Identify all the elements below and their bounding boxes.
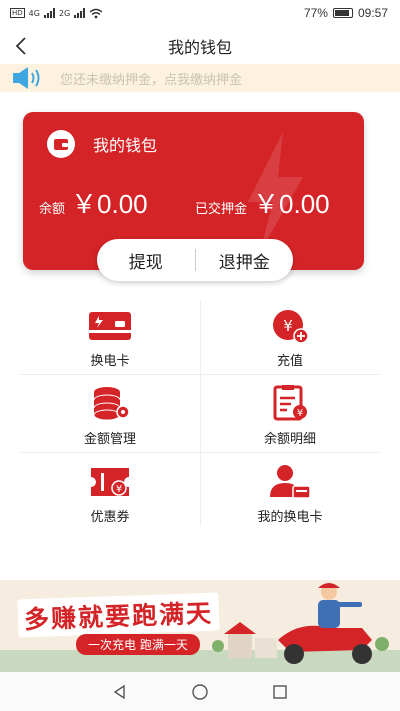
banner-slogan: 多赚就要跑满天	[17, 592, 220, 638]
wallet-header: 我的钱包	[47, 130, 157, 158]
deposit-value: ￥0.00	[253, 189, 330, 219]
system-nav-bar	[0, 672, 400, 711]
wallet-title: 我的钱包	[93, 136, 158, 155]
status-left: HD 4G 2G	[10, 8, 103, 19]
status-bar: HD 4G 2G 77% 09:57	[0, 0, 400, 26]
scooter-rider-illustration	[278, 583, 372, 664]
nav-bar: 我的钱包	[0, 26, 400, 66]
wallet-icon	[47, 130, 75, 158]
wallet-menu-grid: 换电卡 ¥ 充值 金额管理 ¥ 余额明细 ¥ 优惠券 我的换电卡	[20, 300, 380, 528]
user-card-icon	[270, 465, 311, 499]
balance-value: ￥0.00	[71, 189, 148, 219]
menu-item-my-battery-card[interactable]: 我的换电卡	[200, 456, 380, 532]
recharge-coin-icon: ¥	[273, 310, 309, 344]
refund-deposit-button[interactable]: 退押金	[196, 248, 294, 273]
chevron-left-icon	[15, 37, 26, 55]
svg-text:¥: ¥	[297, 408, 303, 419]
coin-stack-icon	[93, 387, 130, 421]
hd-badge: HD	[10, 8, 25, 18]
balance-label: 余额	[39, 202, 66, 217]
balance-row: 余额 ￥0.00	[39, 184, 148, 221]
coupon-icon: ¥	[91, 468, 129, 496]
battery-icon	[332, 8, 353, 18]
menu-item-coupon[interactable]: ¥ 优惠券	[20, 456, 200, 532]
withdraw-button[interactable]: 提现	[97, 248, 195, 273]
battery-card-icon	[89, 312, 131, 340]
menu-item-battery-card[interactable]: 换电卡	[20, 300, 200, 376]
menu-item-label: 优惠券	[90, 510, 130, 525]
signal-b-label: 2G	[58, 8, 71, 18]
menu-item-label: 换电卡	[90, 354, 130, 369]
deposit-row: 已交押金 ￥0.00	[195, 184, 330, 221]
menu-item-label: 金额管理	[83, 432, 136, 447]
square-recent-icon	[273, 684, 287, 699]
menu-item-recharge[interactable]: ¥ 充值	[200, 300, 380, 376]
menu-item-label: 充值	[276, 354, 303, 369]
clock: 09:57	[357, 6, 388, 20]
menu-item-balance-detail[interactable]: ¥ 余额明细	[200, 378, 380, 454]
balance-detail-icon: ¥	[273, 385, 307, 421]
deposit-notice-bar[interactable]: 您还未缴纳押金，点我缴纳押金	[0, 64, 400, 92]
wifi-icon	[89, 8, 103, 18]
system-home-button[interactable]	[190, 682, 210, 702]
signal-strength-icon	[43, 8, 55, 18]
triangle-back-icon	[113, 684, 125, 699]
svg-text:¥: ¥	[283, 317, 293, 335]
deposit-label: 已交押金	[195, 202, 248, 217]
menu-item-amount-management[interactable]: 金额管理	[20, 378, 200, 454]
system-back-button[interactable]	[110, 682, 130, 702]
menu-item-label: 我的换电卡	[257, 510, 323, 525]
battery-percent: 77%	[303, 6, 328, 20]
notice-text: 您还未缴纳押金，点我缴纳押金	[60, 72, 243, 88]
status-right: 77% 09:57	[304, 6, 388, 20]
signal-a-label: 4G	[28, 8, 40, 18]
system-recent-button[interactable]	[270, 682, 290, 702]
page-title: 我的钱包	[167, 38, 232, 57]
signal-strength-icon	[74, 8, 86, 18]
svg-text:¥: ¥	[116, 484, 122, 495]
speaker-icon	[13, 67, 40, 89]
menu-item-label: 余额明细	[263, 432, 316, 447]
wallet-action-pill: 提现 退押金	[97, 239, 293, 281]
promo-banner[interactable]: 多赚就要跑满天 一次充电 跑满一天	[0, 580, 400, 672]
back-button[interactable]	[10, 34, 34, 58]
circle-home-icon	[192, 683, 208, 700]
banner-subtitle: 一次充电 跑满一天	[76, 634, 200, 655]
